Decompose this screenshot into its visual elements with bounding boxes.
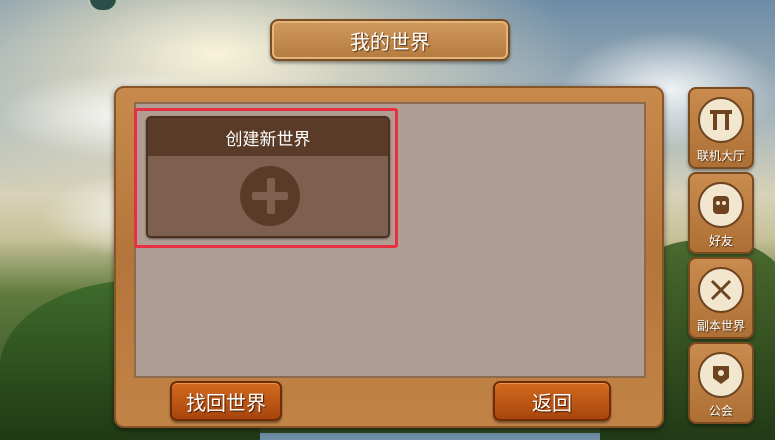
sidebar-item-dungeon[interactable]: 副本世界: [688, 257, 754, 339]
back-button[interactable]: 返回: [493, 381, 611, 421]
guild-banner-icon: [698, 352, 744, 398]
lobby-gate-icon: [698, 97, 744, 143]
sidebar-item-label: 公会: [708, 404, 733, 418]
friend-face-icon: [698, 182, 744, 228]
sidebar-item-friends[interactable]: 好友: [688, 172, 754, 254]
sidebar-item-guild[interactable]: 公会: [688, 342, 754, 424]
sidebar-item-lobby[interactable]: 联机大厅: [688, 87, 754, 169]
crossed-swords-icon: [698, 267, 744, 313]
sidebar-item-label: 好友: [708, 234, 733, 248]
recover-world-button[interactable]: 找回世界: [170, 381, 282, 421]
selection-highlight: [134, 108, 398, 248]
sidebar-item-label: 联机大厅: [696, 149, 745, 163]
page-title-plate: 我的世界: [270, 19, 510, 61]
sidebar-item-label: 副本世界: [696, 319, 745, 333]
page-title: 我的世界: [350, 29, 430, 54]
